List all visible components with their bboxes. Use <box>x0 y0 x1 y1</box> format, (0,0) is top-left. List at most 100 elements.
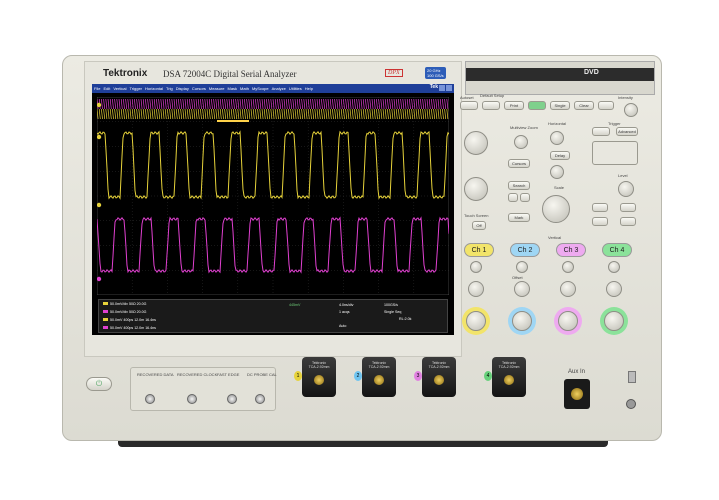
window-controls <box>439 85 452 91</box>
menu-item-edit[interactable]: Edit <box>103 86 110 91</box>
ch4-probe-connector[interactable]: Tektronix TCA-2.92mm <box>492 357 526 397</box>
clear-button[interactable]: Clear <box>574 101 594 110</box>
autoset-button[interactable] <box>460 101 478 110</box>
menu-item-utilities[interactable]: Utilities <box>289 86 302 91</box>
horizontal-scale-knob[interactable] <box>542 195 570 223</box>
connector-panel: RECOVERED DATA RECOVERED CLOCK FAST EDGE… <box>130 367 277 411</box>
menu-item-trigger[interactable]: Trigger <box>129 86 142 91</box>
ch4-offset-knob[interactable] <box>608 261 620 273</box>
trigger-readout: 445mV <box>289 303 301 307</box>
ch4-position-knob[interactable] <box>606 281 622 297</box>
holdoff-button[interactable] <box>620 217 636 226</box>
recovered-clock-connector[interactable] <box>187 394 197 404</box>
channel-readout-row: 50.0mV 400ps 12.0m 16.4ns <box>103 326 156 330</box>
ch2-button[interactable]: Ch 2 <box>510 243 540 257</box>
minimize-icon[interactable] <box>439 85 445 91</box>
mark-next-button[interactable] <box>520 193 530 202</box>
multiview-knob[interactable] <box>514 135 528 149</box>
menu-item-display[interactable]: Display <box>176 86 189 91</box>
ch4-scale-knob[interactable] <box>604 311 624 331</box>
ch1-position-knob[interactable] <box>468 281 484 297</box>
ch1-button[interactable]: Ch 1 <box>464 243 494 257</box>
recovered-data-connector[interactable] <box>145 394 155 404</box>
channel-bandwidth: 16.4ns <box>145 326 156 330</box>
menu-item-vertical[interactable]: Vertical <box>113 86 126 91</box>
cursors-button[interactable]: Cursors <box>508 159 530 168</box>
ch3-position-knob[interactable] <box>560 281 576 297</box>
menu-item-cursors[interactable]: Cursors <box>192 86 206 91</box>
menu-item-measure[interactable]: Measure <box>209 86 225 91</box>
ch3-scale-knob[interactable] <box>558 311 578 331</box>
usb-port[interactable] <box>628 371 636 383</box>
channel-readout-row: 50.0mV/div 50Ω 20.0G <box>103 310 146 314</box>
set-50-button[interactable] <box>592 217 608 226</box>
channel-color-swatch <box>103 318 108 321</box>
acqs-readout: 1 acqs <box>339 310 350 314</box>
channel-readout-row: 50.0mV/div 50Ω 20.0G <box>103 302 146 306</box>
ch2-scale-knob[interactable] <box>512 311 532 331</box>
channel-impedance: 50Ω <box>128 310 136 314</box>
ch3-button[interactable]: Ch 3 <box>556 243 586 257</box>
delay-button[interactable]: Delay <box>550 151 570 160</box>
trigger-source-panel[interactable] <box>592 141 638 165</box>
horizontal-label: Horizontal <box>548 121 567 126</box>
mark-set-button[interactable]: Mark <box>508 213 530 222</box>
resolution-knob[interactable] <box>550 165 564 179</box>
probe-gold-connector <box>504 375 514 385</box>
run-indicator[interactable] <box>598 101 614 110</box>
channel-color-swatch <box>103 302 108 305</box>
probe-model: TCA-2.92mm <box>498 365 520 369</box>
menu-item-file[interactable]: File <box>94 86 100 91</box>
run-stop-button[interactable] <box>528 101 546 110</box>
waveform-graticule[interactable] <box>97 97 449 295</box>
ch1-probe-connector[interactable]: Tektronix TCA-2.92mm <box>302 357 336 397</box>
intensity-knob[interactable] <box>624 103 638 117</box>
menu-item-horizontal[interactable]: Horizontal <box>145 86 163 91</box>
timebase-readout: 4.0ns/div <box>339 303 354 307</box>
trigger-mode-button[interactable] <box>620 203 636 212</box>
power-button[interactable]: ⏻ <box>86 377 112 391</box>
screen[interactable]: File Edit Vertical Trigger Horizontal Trig Dis… <box>92 84 454 335</box>
menu-item-myscope[interactable]: MyScope <box>252 86 269 91</box>
force-trig-button[interactable] <box>592 203 608 212</box>
menu-item-trig[interactable]: Trig <box>166 86 173 91</box>
ch2-position-knob[interactable] <box>514 281 530 297</box>
menu-item-mask[interactable]: Mask <box>227 86 237 91</box>
search-button[interactable]: Search <box>508 181 530 190</box>
ch1-offset-knob[interactable] <box>470 261 482 273</box>
advanced-button[interactable]: Advanced <box>616 127 638 136</box>
ground-jack[interactable] <box>626 399 636 409</box>
ch2-offset-knob[interactable] <box>516 261 528 273</box>
ch4-button[interactable]: Ch 4 <box>602 243 632 257</box>
mark-prev-button[interactable] <box>508 193 518 202</box>
print-button[interactable]: Print <box>504 101 524 110</box>
ch1-number-badge: 1 <box>294 371 302 381</box>
single-button[interactable]: Single <box>550 101 570 110</box>
menu-item-help[interactable]: Help <box>305 86 313 91</box>
multiview-label: Multiview Zoom <box>510 125 538 130</box>
default-setup-button[interactable] <box>482 101 500 110</box>
touch-screen-off-button[interactable]: Off <box>472 221 486 230</box>
auto-readout: Auto <box>339 324 347 328</box>
trigger-type-button[interactable] <box>592 127 610 136</box>
aux-in-label: Aux In <box>568 369 586 375</box>
close-icon[interactable] <box>446 85 452 91</box>
ch3-probe-connector[interactable]: Tektronix TCA-2.92mm <box>422 357 456 397</box>
mode-readout: Single Seq <box>384 310 402 314</box>
aux-in-connector[interactable] <box>564 379 590 409</box>
menu-item-analyze[interactable]: Analyze <box>272 86 286 91</box>
dc-probe-cal-connector[interactable] <box>255 394 265 404</box>
horizontal-position-knob[interactable] <box>550 131 564 145</box>
trigger-label: Trigger <box>608 121 621 126</box>
channel-bandwidth: 20.0G <box>136 302 147 306</box>
ch3-offset-knob[interactable] <box>562 261 574 273</box>
position-knob-lower[interactable] <box>464 177 488 201</box>
ch2-probe-connector[interactable]: Tektronix TCA-2.92mm <box>362 357 396 397</box>
menu-item-math[interactable]: Math <box>240 86 249 91</box>
samplerate-readout: 100GS/s <box>384 303 398 307</box>
dvd-tray[interactable]: DVD <box>466 68 654 81</box>
position-knob-upper[interactable] <box>464 131 488 155</box>
trigger-level-knob[interactable] <box>618 181 634 197</box>
ch1-scale-knob[interactable] <box>466 311 486 331</box>
fast-edge-connector[interactable] <box>227 394 237 404</box>
